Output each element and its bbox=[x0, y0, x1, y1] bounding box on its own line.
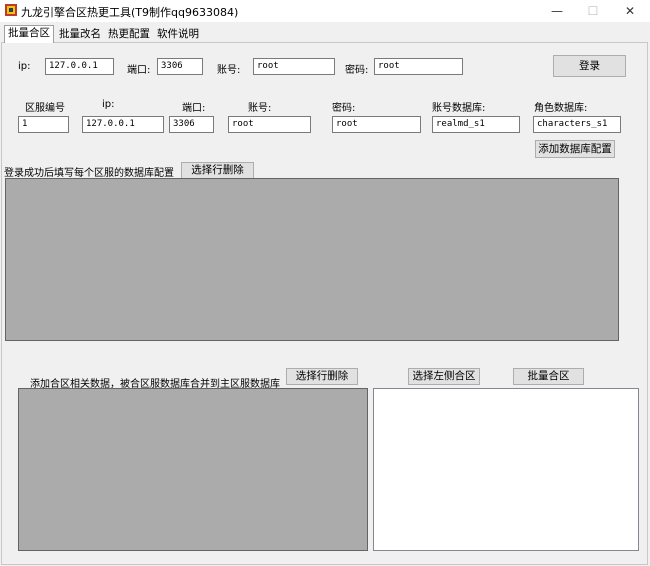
select-left-merge-button[interactable]: 选择左侧合区 bbox=[408, 368, 480, 385]
minimize-button[interactable]: — bbox=[537, 0, 577, 22]
login-password-label: 密码: bbox=[345, 65, 369, 76]
title-bar: 九龙引擎合区热更工具(T9制作qq9633084) — ☐ ✕ bbox=[0, 0, 650, 22]
tab-batch-rename[interactable]: 批量改名 bbox=[55, 26, 105, 42]
login-port-label: 端口: bbox=[127, 65, 151, 76]
db-config-grid[interactable] bbox=[5, 178, 619, 341]
db-ip-label: ip: bbox=[102, 99, 115, 110]
login-port-input[interactable]: 3306 bbox=[157, 58, 203, 75]
db-account-label: 账号: bbox=[248, 103, 272, 114]
db-account-input[interactable]: root bbox=[228, 116, 311, 133]
db-port-input[interactable]: 3306 bbox=[169, 116, 214, 133]
db-password-label: 密码: bbox=[332, 103, 356, 114]
role-db-input[interactable]: characters_s1 bbox=[533, 116, 621, 133]
login-password-input[interactable]: root bbox=[374, 58, 463, 75]
tab-software-info[interactable]: 软件说明 bbox=[153, 26, 203, 42]
merge-delete-button[interactable]: 选择行删除 bbox=[286, 368, 358, 385]
db-list-delete-button[interactable]: 选择行删除 bbox=[181, 162, 254, 179]
window-title: 九龙引擎合区热更工具(T9制作qq9633084) bbox=[21, 6, 239, 19]
db-list-hint: 登录成功后填写每个区服的数据库配置 bbox=[4, 168, 174, 179]
account-db-input[interactable]: realmd_s1 bbox=[432, 116, 520, 133]
batch-merge-button[interactable]: 批量合区 bbox=[513, 368, 584, 385]
app-icon bbox=[5, 4, 17, 16]
login-ip-input[interactable]: 127.0.0.1 bbox=[45, 58, 114, 75]
close-button[interactable]: ✕ bbox=[610, 0, 650, 22]
tab-batch-merge[interactable]: 批量合区 bbox=[4, 25, 54, 43]
db-port-label: 端口: bbox=[182, 103, 206, 114]
server-id-label: 区服编号 bbox=[25, 103, 65, 114]
login-ip-label: ip: bbox=[18, 61, 31, 72]
merge-result-list[interactable] bbox=[373, 388, 639, 551]
add-db-config-button[interactable]: 添加数据库配置 bbox=[535, 140, 615, 158]
merge-grid[interactable] bbox=[18, 388, 368, 551]
login-button[interactable]: 登录 bbox=[553, 55, 626, 77]
account-db-label: 账号数据库: bbox=[432, 103, 486, 114]
login-account-label: 账号: bbox=[217, 65, 241, 76]
role-db-label: 角色数据库: bbox=[534, 103, 588, 114]
server-id-input[interactable]: 1 bbox=[18, 116, 69, 133]
db-password-input[interactable]: root bbox=[332, 116, 421, 133]
login-account-input[interactable]: root bbox=[253, 58, 335, 75]
tab-hot-update-config[interactable]: 热更配置 bbox=[104, 26, 154, 42]
db-ip-input[interactable]: 127.0.0.1 bbox=[82, 116, 164, 133]
maximize-button[interactable]: ☐ bbox=[573, 0, 613, 22]
